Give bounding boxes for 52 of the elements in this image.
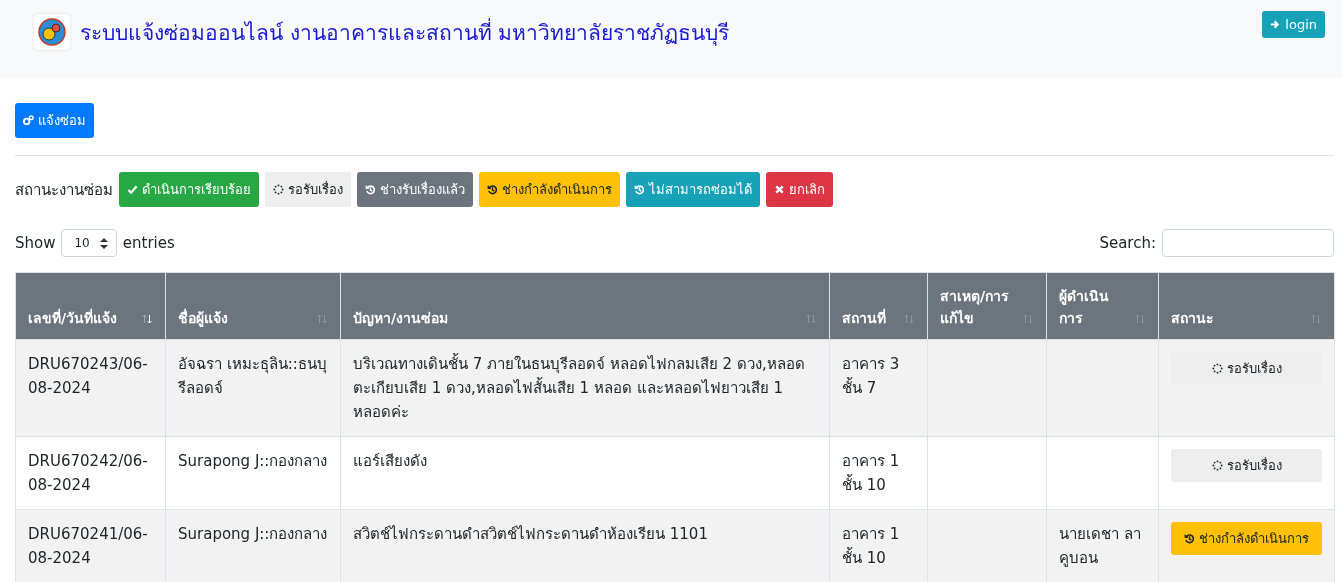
entries-select[interactable]: 10 bbox=[61, 229, 117, 257]
column-header[interactable]: ผู้ดำเนินการ bbox=[1046, 272, 1159, 340]
table-cell: Surapong J::กองกลาง bbox=[165, 509, 341, 582]
table-cell: DRU670241/06-08-2024 bbox=[15, 509, 166, 582]
close-icon bbox=[774, 184, 785, 195]
column-header[interactable]: สาเหตุ/การแก้ไข bbox=[927, 272, 1047, 340]
spinner-icon bbox=[1211, 460, 1223, 471]
gears-icon bbox=[23, 115, 34, 126]
status-button[interactable]: ไม่สามารถซ่อมได้ bbox=[626, 172, 760, 207]
history-icon bbox=[1184, 533, 1195, 544]
column-header[interactable]: ปัญหา/งานซ่อม bbox=[340, 272, 830, 340]
site-title: ระบบแจ้งซ่อมออนไลน์ งานอาคารและสถานที่ มหาวิทยาลัยราชภัฏธนบุรี bbox=[80, 17, 730, 48]
search-label: Search: bbox=[1099, 234, 1156, 252]
column-header[interactable]: เลขที่/วันที่แจ้ง bbox=[15, 272, 166, 340]
sort-icon[interactable] bbox=[141, 313, 153, 325]
status-button[interactable]: ยกเลิก bbox=[766, 172, 833, 207]
table-cell: อัจฉรา เหมะธุลิน::ธนบุรีลอดจ์ bbox=[165, 339, 341, 437]
sign-in-icon bbox=[1270, 19, 1282, 30]
table-cell: อาคาร 3 ชั้น 7 bbox=[829, 339, 928, 437]
status-button[interactable]: รอรับเรื่อง bbox=[265, 172, 351, 207]
status-button[interactable]: ช่างกำลังดำเนินการ bbox=[1171, 522, 1322, 555]
table-cell: Surapong J::กองกลาง bbox=[165, 436, 341, 510]
spinner-icon bbox=[1211, 363, 1223, 374]
column-header[interactable]: สถานที่ bbox=[829, 272, 928, 340]
history-icon bbox=[487, 184, 498, 195]
sort-caret-icon bbox=[99, 237, 108, 249]
login-button[interactable]: login bbox=[1262, 11, 1325, 38]
table-cell: นายเดชา ลาคูบอน bbox=[1046, 509, 1159, 582]
table-cell: DRU670243/06-08-2024 bbox=[15, 339, 166, 437]
status-button[interactable]: รอรับเรื่อง bbox=[1171, 352, 1322, 385]
entries-label: entries bbox=[122, 234, 175, 252]
table-cell: สวิตช์ไฟกระดานดำสวิตช์ไฟกระดานดำห้องเรียน 1101 bbox=[340, 509, 830, 582]
report-repair-button[interactable]: แจ้งซ่อม bbox=[15, 103, 94, 138]
search-field[interactable] bbox=[1162, 229, 1334, 257]
column-header[interactable]: สถานะ bbox=[1158, 272, 1335, 340]
table-cell: DRU670242/06-08-2024 bbox=[15, 436, 166, 510]
table-cell: อาคาร 1 ชั้น 10 bbox=[829, 436, 928, 510]
history-icon bbox=[634, 184, 645, 195]
show-label: Show bbox=[15, 234, 56, 252]
status-button[interactable]: ช่างรับเรื่องแล้ว bbox=[357, 172, 473, 207]
column-header[interactable]: ชื่อผู้แจ้ง bbox=[165, 272, 341, 340]
history-icon bbox=[365, 184, 376, 195]
status-button[interactable]: ดำเนินการเรียบร้อย bbox=[119, 172, 259, 207]
check-icon bbox=[127, 184, 138, 195]
status-button[interactable]: รอรับเรื่อง bbox=[1171, 449, 1322, 482]
table-cell: บริเวณทางเดินชั้น 7 ภายในธนบุรีลอดจ์ หลอดไฟกลมเสีย 2 ดวง,หลอดตะเกียบเสีย 1 ดวง,หลอดไฟสั้นเสีย 1 หลอด และหลอดไฟยาวเสีย 1 หลอดค่ะ bbox=[340, 339, 830, 437]
status-legend-label: สถานะงานซ่อม bbox=[15, 179, 113, 201]
logo-icon bbox=[34, 14, 70, 50]
table-cell: แอร์เสียงดัง bbox=[340, 436, 830, 510]
table-cell: อาคาร 1 ชั้น 10 bbox=[829, 509, 928, 582]
spinner-icon bbox=[273, 184, 284, 195]
status-button[interactable]: ช่างกำลังดำเนินการ bbox=[479, 172, 620, 207]
